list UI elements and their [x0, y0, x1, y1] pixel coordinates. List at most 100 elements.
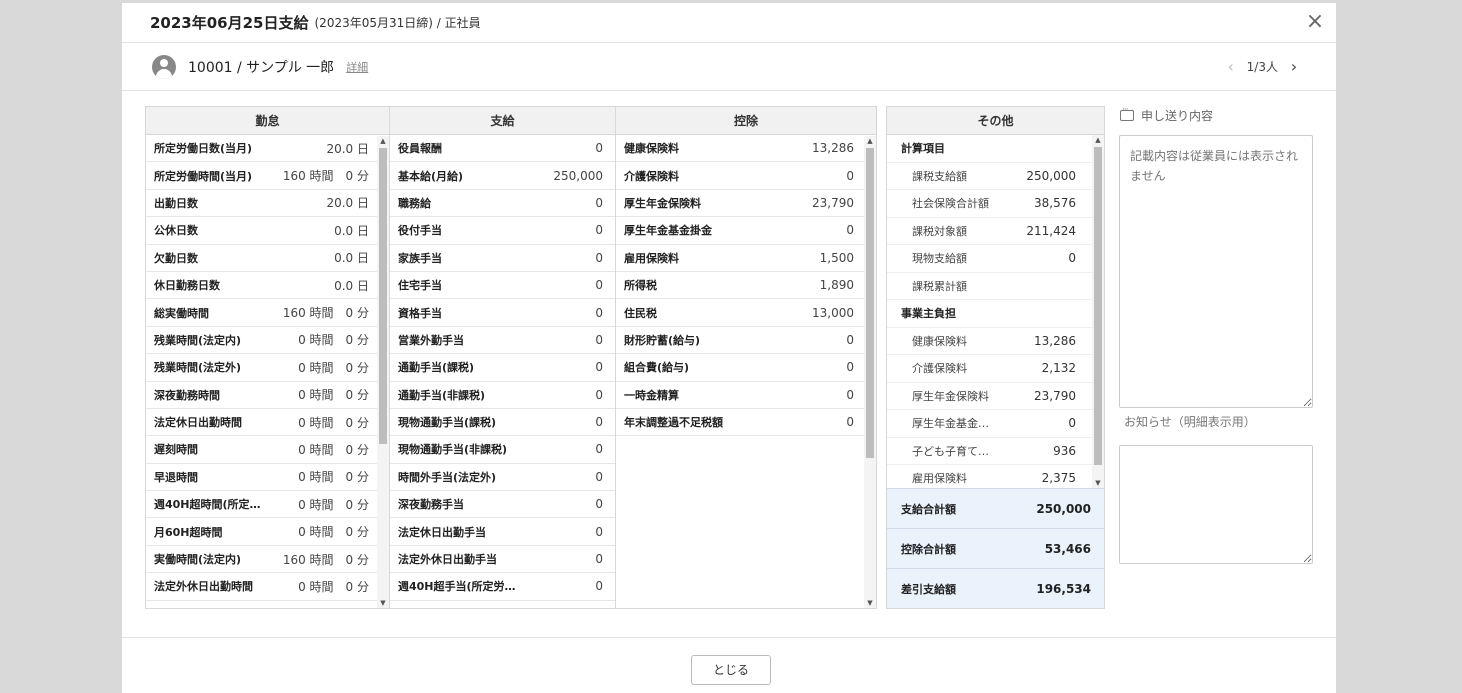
list-item: 厚生年金保険料 23,790 [887, 383, 1104, 410]
memo-textarea[interactable] [1119, 135, 1313, 408]
employee-bar: 10001 / サンプル 一郎 詳細 ‹ 1/3人 › [122, 43, 1336, 91]
table-row: 法定休日出勤手当 0 [390, 518, 615, 546]
row-label: 早退時間 [154, 470, 198, 484]
total-label: 差引支給額 [901, 582, 956, 596]
row-label: 基本給(月給) [398, 169, 464, 183]
row-value: 211,424 [1026, 223, 1076, 238]
table-row: 家族手当 0 [390, 245, 615, 272]
attendance-scrollbar[interactable]: ▲ ▼ [377, 136, 389, 608]
table-row: 時間外手当(法定外) 0 [390, 464, 615, 492]
row-label: 子ども子育て… [912, 444, 989, 458]
row-label: 職務給 [398, 196, 431, 210]
chevron-left-icon[interactable]: ‹ [1221, 57, 1241, 76]
detail-link[interactable]: 詳細 [346, 59, 368, 75]
page-title: 2023年06月25日支給 [150, 14, 309, 32]
row-value: 0 時間 0 分 [298, 470, 369, 485]
table-row: 残業時間(法定内) 0 時間 0 分 [146, 327, 389, 355]
row-value: 2,375 [1041, 471, 1076, 486]
row-label: 事業主負担 [901, 307, 956, 321]
row-value: 0 時間 0 分 [298, 360, 369, 375]
scroll-thumb[interactable] [1094, 147, 1102, 465]
row-value: 0 [595, 497, 603, 512]
row-label: 実働時間(法定内) [154, 553, 242, 567]
row-value: 0 時間 0 分 [298, 388, 369, 403]
row-label: 計算項目 [901, 142, 945, 156]
table-row: 所得税 1,890 [616, 272, 876, 300]
table-row: 公休日数 0.0 日 [146, 217, 389, 245]
list-item: 厚生年金基金… 0 [887, 410, 1104, 438]
row-label: 公休日数 [154, 224, 198, 238]
deduction-heading: 控除 [616, 107, 876, 135]
scroll-down-icon[interactable]: ▼ [1092, 478, 1104, 488]
row-value: 0 [595, 250, 603, 265]
row-value: 0.0 日 [334, 251, 369, 266]
table-row: 年末調整過不足税額 0 [616, 409, 876, 437]
row-value: 23,790 [1034, 388, 1076, 403]
row-value: 13,286 [1034, 333, 1076, 348]
row-label: 欠勤日数 [154, 251, 198, 265]
table-row: 一時金精算 0 [616, 382, 876, 409]
row-value: 0 [846, 168, 854, 183]
table-row: 通勤手当(課税) 0 [390, 354, 615, 382]
close-button[interactable]: とじる [691, 655, 771, 685]
row-label: 課税支給額 [912, 169, 967, 183]
chevron-right-icon[interactable]: › [1284, 57, 1304, 76]
notice-textarea[interactable] [1119, 445, 1313, 564]
table-row: 残業時間(法定外) 0 時間 0 分 [146, 354, 389, 382]
row-label: 法定休日出勤時間 [154, 416, 242, 430]
row-value: 20.0 日 [326, 196, 369, 211]
row-label: 出勤日数 [154, 196, 198, 210]
scroll-down-icon[interactable]: ▼ [864, 598, 876, 608]
table-row: 財形貯蓄(給与) 0 [616, 327, 876, 355]
row-value: 0 [595, 579, 603, 594]
row-label: 営業外勤手当 [398, 333, 464, 347]
scroll-up-icon[interactable]: ▲ [864, 136, 876, 146]
table-row: 法定外休日出勤時間 0 時間 0 分 [146, 573, 389, 601]
other-heading: その他 [887, 107, 1104, 135]
scroll-thumb[interactable] [866, 148, 874, 458]
table-row: 基本給(月給) 250,000 [390, 162, 615, 190]
row-value: 0 [846, 415, 854, 430]
table-row: 早退時間 0 時間 0 分 [146, 464, 389, 492]
row-label: 深夜勤務時間 [154, 388, 220, 402]
deduction-scrollbar[interactable]: ▲ ▼ [864, 136, 876, 608]
row-label: 課税対象額 [912, 224, 967, 238]
list-item: 雇用保険料 2,375 [887, 465, 1104, 488]
table-row: 職務給 0 [390, 190, 615, 218]
payslip-modal: 2023年06月25日支給 (2023年05月31日締) / 正社員 × 100… [122, 3, 1336, 693]
row-value: 0 [1068, 251, 1076, 266]
table-row: 雇用保険料 1,500 [616, 245, 876, 272]
row-value: 160 時間 0 分 [282, 169, 369, 184]
row-label: 組合費(給与) [624, 361, 690, 375]
table-row: 総実働時間 160 時間 0 分 [146, 299, 389, 327]
table-row: 週40H超手当(所定労… 0 [390, 573, 615, 601]
row-label: 資格手当 [398, 306, 442, 320]
row-value: 1,890 [819, 278, 854, 293]
table-row: 組合費(給与) 0 [616, 354, 876, 382]
row-value: 0 時間 0 分 [298, 415, 369, 430]
list-item: 課税累計額 [887, 273, 1104, 300]
row-value: 20.0 日 [326, 141, 369, 156]
row-value: 0 [846, 360, 854, 375]
section-header: 計算項目 [887, 135, 1104, 163]
row-value: 0 [595, 552, 603, 567]
list-item: 社会保険合計額 38,576 [887, 190, 1104, 218]
scroll-up-icon[interactable]: ▲ [377, 136, 389, 146]
scroll-up-icon[interactable]: ▲ [1092, 135, 1104, 145]
total-value: 196,534 [1036, 581, 1091, 596]
row-value: 0 [846, 387, 854, 402]
row-value: 0 [595, 305, 603, 320]
row-label: 所得税 [624, 279, 657, 293]
table-row: 法定外休日出勤手当 0 [390, 546, 615, 574]
row-value: 0 [595, 387, 603, 402]
other-scrollbar[interactable]: ▲ ▼ [1092, 135, 1104, 488]
scroll-down-icon[interactable]: ▼ [377, 598, 389, 608]
row-label: 法定外休日出勤時間 [154, 580, 253, 594]
close-icon[interactable]: × [1304, 11, 1326, 33]
row-label: 残業時間(法定内) [154, 333, 242, 347]
row-value: 0.0 日 [334, 223, 369, 238]
table-row: 営業外勤手当 0 [390, 327, 615, 355]
scroll-thumb[interactable] [379, 148, 387, 444]
row-value: 0 [595, 332, 603, 347]
row-value: 2,132 [1041, 361, 1076, 376]
